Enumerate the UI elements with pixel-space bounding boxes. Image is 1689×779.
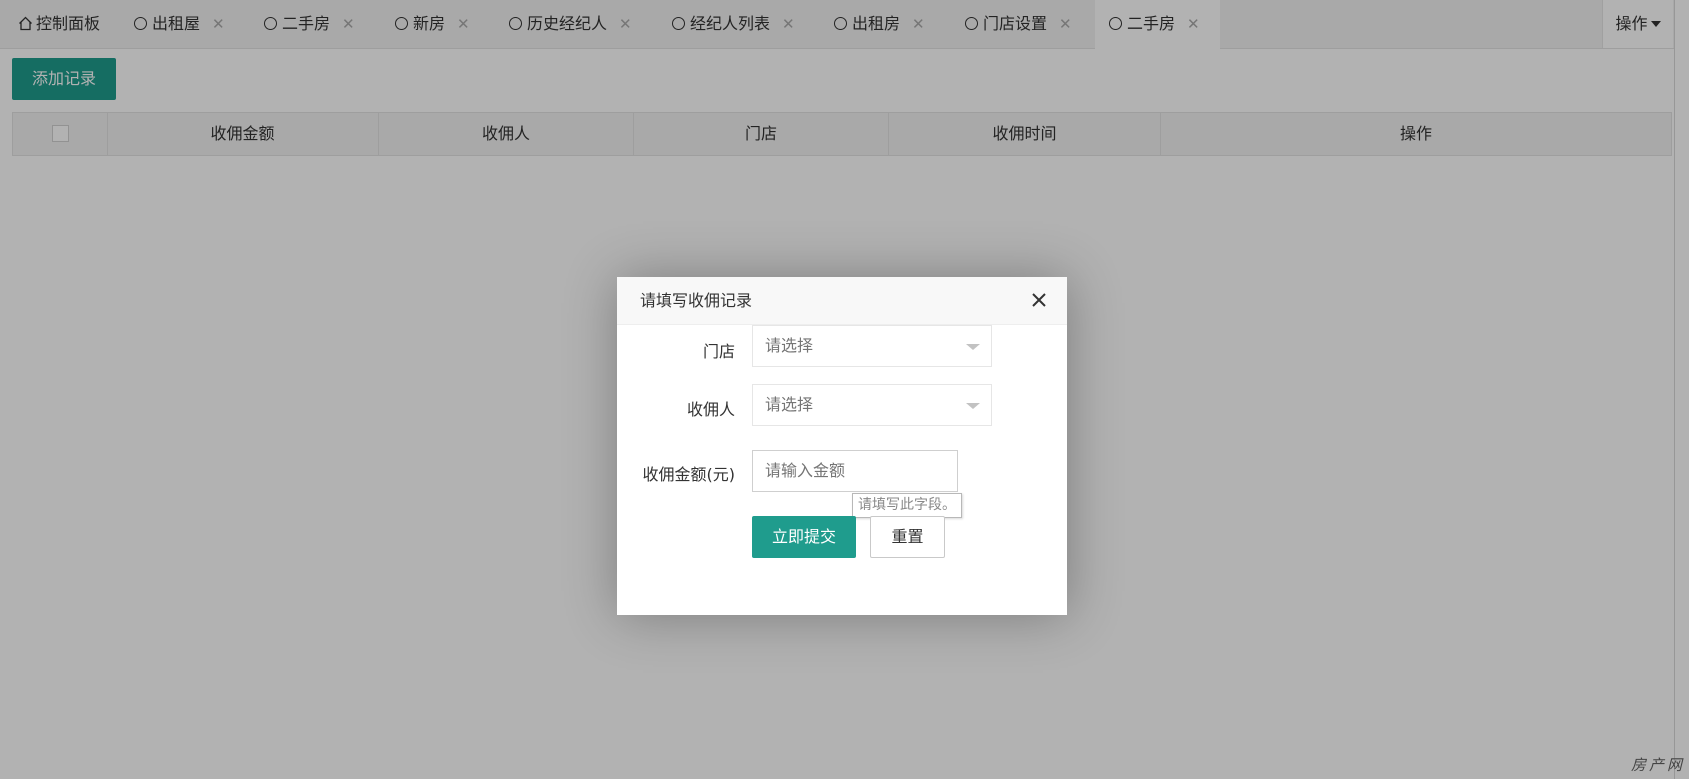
amount-placeholder: 请输入金额 [765,461,846,480]
dropdown-arrow-icon [966,344,980,350]
dialog-title: 请填写收佣记录 [640,291,753,310]
store-label: 门店 [702,342,735,361]
store-placeholder: 请选择 [765,336,814,355]
dialog-header: 请填写收佣记录 [617,277,1067,325]
submit-button[interactable]: 立即提交 [752,516,856,558]
dropdown-arrow-icon [966,403,980,409]
collector-placeholder: 请选择 [765,395,814,414]
watermark-logo: 房产网 [1630,756,1685,774]
commission-record-dialog: 请填写收佣记录 门店 请选择 收佣人 请选择 收佣金额(元) 请输入金额 请填写… [617,277,1067,615]
validation-tooltip: 请填写此字段。 [852,493,962,518]
amount-input[interactable]: 请输入金额 [752,450,958,492]
amount-label: 收佣金额(元) [642,465,736,484]
collector-select[interactable]: 请选择 [752,384,992,426]
reset-button[interactable]: 重置 [870,516,945,558]
collector-label: 收佣人 [686,400,735,419]
close-icon[interactable] [1029,290,1049,310]
store-select[interactable]: 请选择 [752,325,992,367]
